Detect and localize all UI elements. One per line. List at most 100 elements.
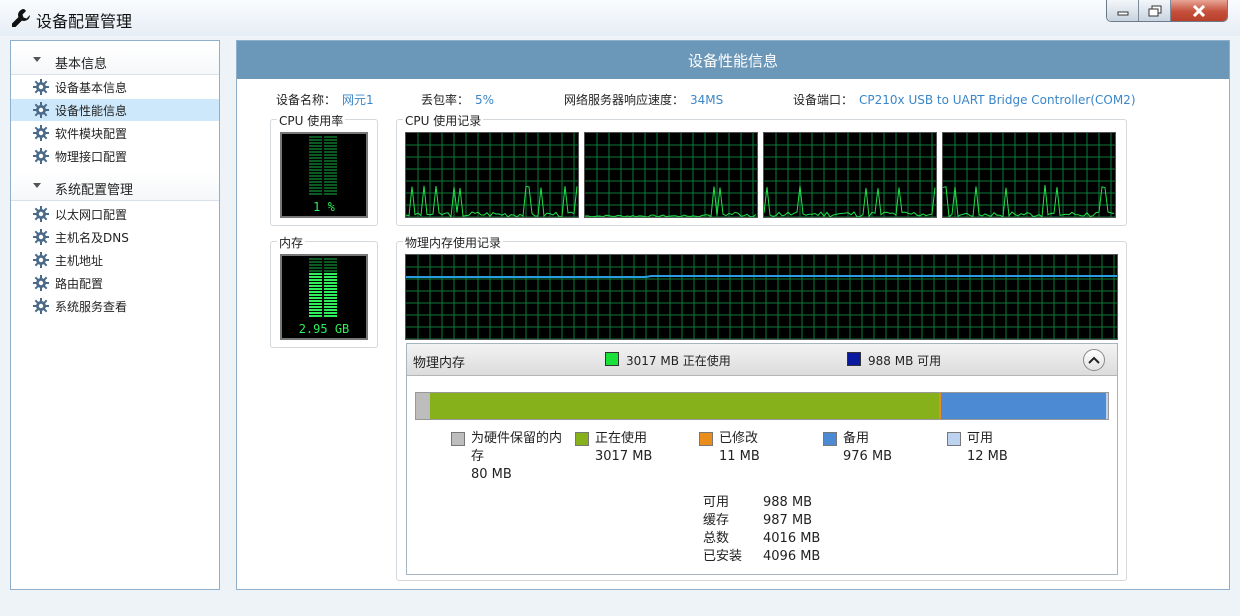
- meter-segment: [309, 175, 322, 177]
- close-button[interactable]: [1171, 0, 1227, 21]
- cpu-usage-frame: CPU 使用率 1 %: [270, 112, 378, 226]
- meter-segment: [324, 151, 337, 153]
- meter-segment: [324, 169, 337, 171]
- available-swatch: [847, 352, 861, 366]
- legend-in-use: 正在使用 3017 MB: [575, 430, 685, 466]
- legend-value: 3017 MB: [595, 449, 653, 464]
- meter-segment: [309, 160, 322, 162]
- sidebar-item-label: 软件模块配置: [55, 127, 128, 141]
- gear-icon: [33, 125, 49, 141]
- meter-segment: [309, 258, 322, 260]
- group-basic-info[interactable]: 基本信息: [11, 45, 219, 75]
- meter-segment: [324, 258, 337, 260]
- memory-meter: 2.95 GB: [280, 254, 368, 340]
- sidebar-item-hostname-dns[interactable]: 主机名及DNS: [11, 226, 219, 248]
- meter-segment: [324, 190, 337, 192]
- stat-value: 4096 MB: [763, 549, 821, 564]
- meter-segment: [324, 279, 337, 281]
- meter-segment: [324, 300, 337, 302]
- gear-icon: [33, 206, 49, 222]
- meter-segment: [324, 270, 337, 272]
- restore-button[interactable]: [1139, 0, 1171, 21]
- meter-segment: [309, 300, 322, 302]
- cpu-core-graph-2: [584, 132, 758, 218]
- meter-segment: [309, 142, 322, 144]
- meter-segment: [309, 148, 322, 150]
- available-summary: 988 MB 可用: [868, 354, 942, 368]
- minimize-button[interactable]: [1107, 0, 1139, 21]
- sidebar-item-host-address[interactable]: 主机地址: [11, 249, 219, 271]
- cpu-meter-bars: [309, 136, 337, 195]
- legend-swatch: [823, 432, 837, 446]
- stat-row: 总数 4016 MB: [703, 530, 820, 548]
- sidebar-item-system-services[interactable]: 系统服务查看: [11, 295, 219, 317]
- sidebar-item-device-basic-info[interactable]: 设备基本信息: [11, 76, 219, 98]
- info-server-response: 网络服务器响应速度： 34MS: [564, 91, 723, 108]
- meter-segment: [324, 154, 337, 156]
- meter-segment: [324, 264, 337, 266]
- meter-segment: [324, 160, 337, 162]
- chevron-up-icon: [1088, 356, 1100, 364]
- cpu-meter: 1 %: [280, 132, 368, 218]
- meter-segment: [309, 279, 322, 281]
- meter-segment: [309, 163, 322, 165]
- meter-segment: [309, 193, 322, 195]
- stat-row: 已安装 4096 MB: [703, 548, 820, 566]
- meter-segment: [324, 285, 337, 287]
- meter-segment: [309, 264, 322, 266]
- info-device-name: 设备名称： 网元1: [276, 91, 374, 108]
- meter-segment: [324, 163, 337, 165]
- sidebar-item-physical-interface-config[interactable]: 物理接口配置: [11, 145, 219, 167]
- meter-segment: [309, 154, 322, 156]
- sidebar-item-label: 系统服务查看: [55, 300, 128, 314]
- memory-trace: [406, 275, 1117, 278]
- meter-segment: [309, 273, 322, 275]
- info-packet-loss: 丢包率： 5%: [421, 91, 494, 108]
- sidebar-item-route-config[interactable]: 路由配置: [11, 272, 219, 294]
- info-value: 网元1: [342, 93, 374, 107]
- legend-swatch: [699, 432, 713, 446]
- meter-segment: [309, 169, 322, 171]
- meter-segment: [309, 139, 322, 141]
- info-label: 丢包率：: [421, 93, 470, 107]
- meter-segment: [309, 136, 322, 138]
- memory-history-title: 物理内存使用记录: [403, 234, 504, 251]
- sidebar-item-ethernet-config[interactable]: 以太网口配置: [11, 203, 219, 225]
- sidebar-item-label: 以太网口配置: [55, 208, 128, 222]
- meter-segment: [324, 142, 337, 144]
- performance-panel: 设备性能信息 设备名称： 网元1 丢包率： 5% 网络服务器响应速度： 34MS 设备…: [236, 40, 1230, 590]
- stat-label: 可用: [703, 495, 730, 510]
- sidebar-item-label: 设备性能信息: [55, 104, 128, 118]
- legend-label: 为硬件保留的内存: [471, 431, 563, 464]
- legend-swatch: [575, 432, 589, 446]
- meter-segment: [324, 172, 337, 174]
- cpu-history-title: CPU 使用记录: [403, 112, 484, 129]
- sidebar-item-software-module-config[interactable]: 软件模块配置: [11, 122, 219, 144]
- group-label: 基本信息: [55, 57, 108, 72]
- meter-segment: [324, 166, 337, 168]
- meter-segment: [324, 276, 337, 278]
- info-label: 设备名称：: [276, 93, 337, 107]
- meter-segment: [309, 181, 322, 183]
- stat-value: 988 MB: [763, 495, 813, 510]
- window-controls: [1106, 0, 1228, 22]
- stat-label: 已安装: [703, 549, 743, 564]
- meter-segment: [309, 297, 322, 299]
- panel-title: 设备性能信息: [237, 41, 1229, 79]
- meter-segment: [324, 303, 337, 305]
- sidebar: 基本信息 设备基本信息 设备性能信息 软件模块配置 物理接口配置 系统配置管理 …: [10, 40, 220, 590]
- collapse-button[interactable]: [1083, 349, 1105, 371]
- stat-label: 总数: [703, 531, 730, 546]
- meter-segment: [309, 261, 322, 263]
- physical-memory-section: 物理内存 3017 MB 正在使用 988 MB 可用 为硬件保留的内存 80 …: [406, 343, 1118, 575]
- legend-swatch: [451, 432, 465, 446]
- sidebar-item-device-performance-info[interactable]: 设备性能信息: [11, 99, 219, 121]
- memory-history-graph: [405, 254, 1118, 340]
- legend-modified: 已修改 11 MB: [699, 430, 809, 466]
- meter-segment: [309, 306, 322, 308]
- memory-frame: 内存 2.95 GB: [270, 234, 378, 348]
- group-system-config[interactable]: 系统配置管理: [11, 171, 219, 201]
- stat-label: 缓存: [703, 513, 730, 528]
- minimize-icon: [1117, 11, 1128, 15]
- meter-segment: [324, 187, 337, 189]
